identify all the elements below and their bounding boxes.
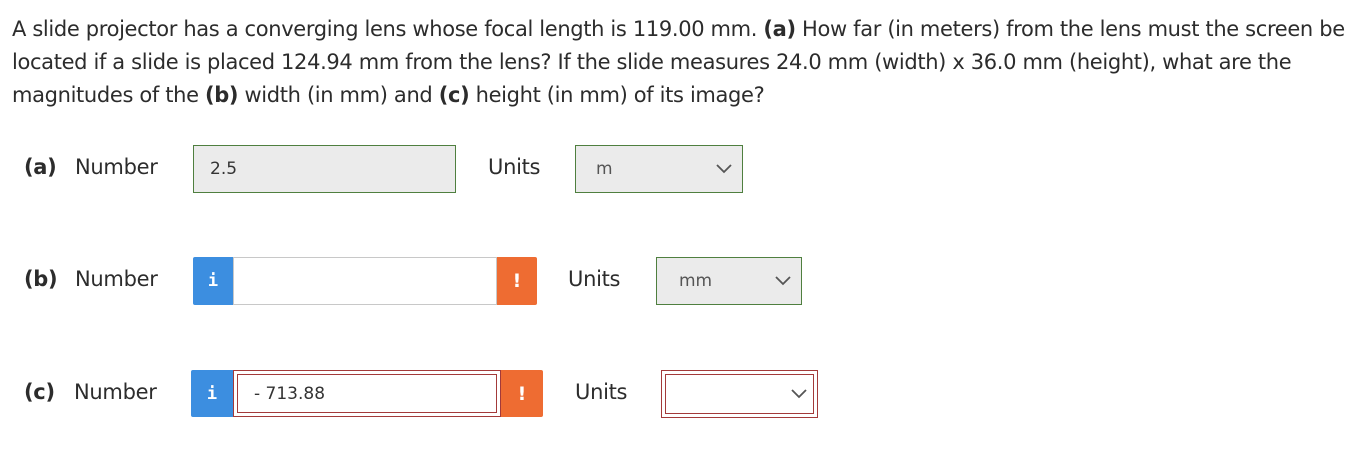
question-part-1: A slide projector has a converging lens … bbox=[12, 17, 764, 41]
part-b-number-input[interactable] bbox=[233, 257, 497, 305]
question-tag-a: (a) bbox=[763, 17, 796, 41]
part-c-number-value: - 713.88 bbox=[254, 383, 326, 404]
question-part-4: height (in mm) of its image? bbox=[469, 83, 765, 107]
part-a-label: (a) bbox=[24, 155, 57, 179]
part-a-units-select[interactable]: m bbox=[575, 145, 743, 193]
part-a-number-label: Number bbox=[75, 155, 158, 179]
part-b-units-select[interactable]: mm bbox=[656, 257, 802, 305]
question-tag-b: (b) bbox=[204, 83, 239, 107]
question-part-3: width (in mm) and bbox=[238, 83, 439, 107]
info-icon[interactable]: i bbox=[191, 370, 233, 417]
part-b-units-label: Units bbox=[568, 267, 621, 291]
part-c-number-label: Number bbox=[74, 380, 157, 404]
info-icon[interactable]: i bbox=[193, 257, 233, 305]
chevron-down-icon bbox=[716, 164, 732, 174]
part-b-number-label: Number bbox=[75, 267, 158, 291]
part-c-units-label: Units bbox=[575, 380, 628, 404]
part-c-units-select[interactable] bbox=[661, 370, 818, 418]
exclamation-icon[interactable]: ! bbox=[497, 257, 537, 305]
part-a-number-input[interactable]: 2.5 bbox=[193, 145, 456, 193]
part-a-units-label: Units bbox=[488, 155, 541, 179]
part-a-units-value: m bbox=[596, 159, 613, 179]
part-c-label: (c) bbox=[24, 380, 55, 404]
exclamation-icon[interactable]: ! bbox=[501, 370, 543, 417]
question-text: A slide projector has a converging lens … bbox=[12, 13, 1362, 112]
part-b-units-value: mm bbox=[679, 271, 713, 291]
part-a-number-value: 2.5 bbox=[210, 159, 238, 179]
part-c-number-input[interactable]: - 713.88 bbox=[233, 370, 501, 417]
chevron-down-icon bbox=[775, 276, 791, 286]
chevron-down-icon bbox=[791, 389, 807, 399]
question-tag-c: (c) bbox=[438, 83, 470, 107]
part-b-label: (b) bbox=[24, 267, 58, 291]
